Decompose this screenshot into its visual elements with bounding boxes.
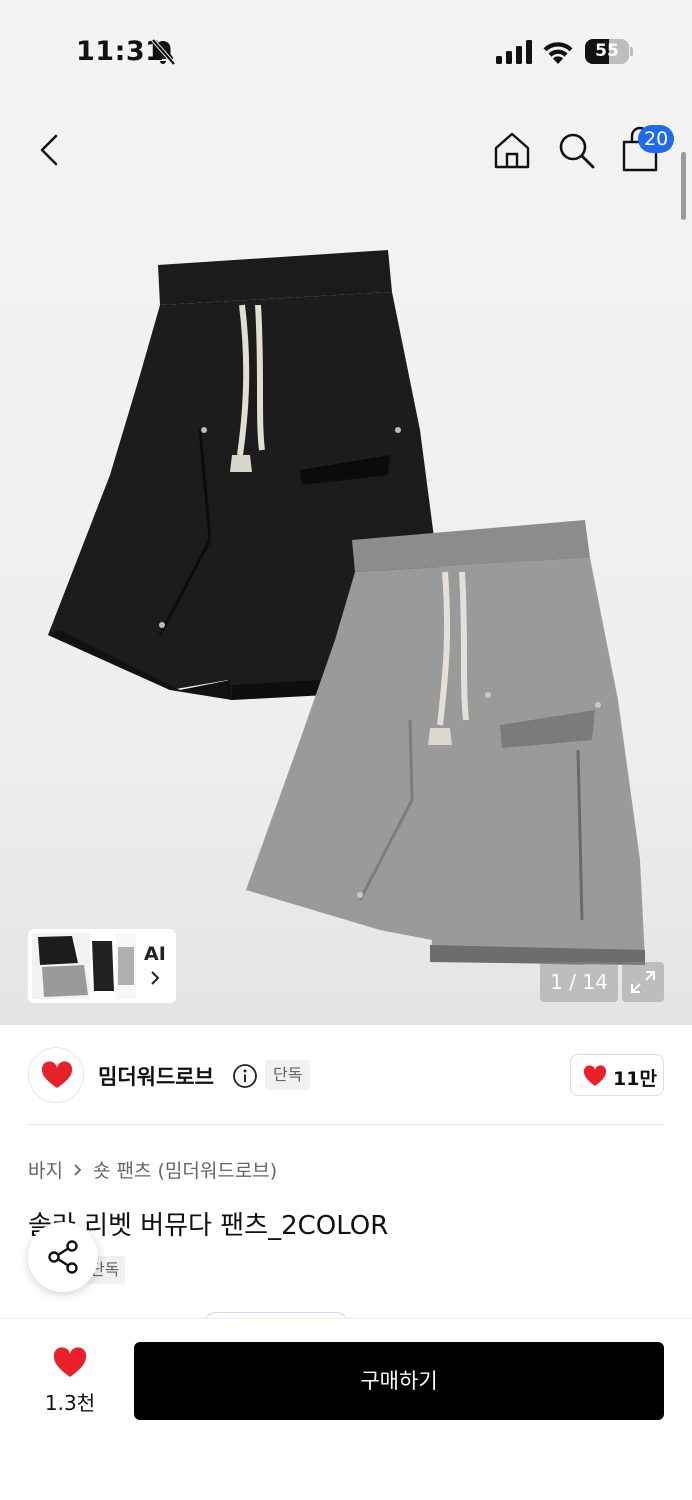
heart-icon	[583, 1065, 607, 1086]
back-icon[interactable]	[34, 130, 68, 170]
bottom-action-bar: 1.3천 구매하기	[0, 1318, 692, 1500]
brand-row: 밈더워드로브 단독 11만	[0, 1025, 692, 1125]
info-icon[interactable]	[232, 1063, 258, 1089]
brand-exclusive-tag: 단독	[265, 1060, 311, 1090]
home-icon[interactable]	[492, 130, 532, 170]
share-button[interactable]	[28, 1222, 98, 1292]
wish-count: 1.3천	[44, 1391, 96, 1415]
chevron-right-icon	[74, 1163, 82, 1176]
expand-icon	[631, 971, 655, 993]
brand-logo[interactable]	[28, 1047, 84, 1103]
wifi-icon	[543, 42, 573, 64]
battery-icon: 55	[585, 39, 633, 64]
expand-button[interactable]	[622, 962, 664, 1002]
brand-name[interactable]: 밈더워드로브	[98, 1061, 214, 1091]
breadcrumb-subcategory[interactable]: 숏 팬츠 (밈더워드로브)	[93, 1156, 277, 1183]
share-icon	[48, 1240, 78, 1274]
scrollbar[interactable]	[681, 152, 686, 220]
battery-level: 55	[595, 41, 619, 61]
ai-label: AI	[144, 943, 166, 965]
signal-icon	[496, 40, 532, 64]
brand-logo-heart	[41, 1061, 73, 1088]
heart-icon[interactable]	[52, 1347, 88, 1379]
product-image-gallery[interactable]: 20 AI 1 / 14	[0, 100, 692, 1025]
cart-count-badge: 20	[638, 125, 675, 153]
divider	[28, 1124, 664, 1125]
bell-off-icon	[151, 38, 176, 66]
buy-button[interactable]: 구매하기	[134, 1342, 664, 1420]
chevron-right-icon	[151, 971, 160, 985]
search-icon[interactable]	[556, 130, 596, 170]
brand-like-button[interactable]: 11만	[570, 1054, 664, 1096]
ai-similar-products[interactable]: AI	[28, 929, 176, 1003]
product-image	[48, 250, 645, 965]
breadcrumb: 바지 숏 팬츠 (밈더워드로브)	[28, 1156, 277, 1183]
ai-thumbnail	[32, 933, 136, 999]
status-bar: 11:31 55	[0, 0, 692, 100]
image-counter: 1 / 14	[540, 962, 618, 1002]
breadcrumb-category[interactable]: 바지	[28, 1156, 63, 1183]
brand-like-count: 11만	[613, 1068, 657, 1090]
